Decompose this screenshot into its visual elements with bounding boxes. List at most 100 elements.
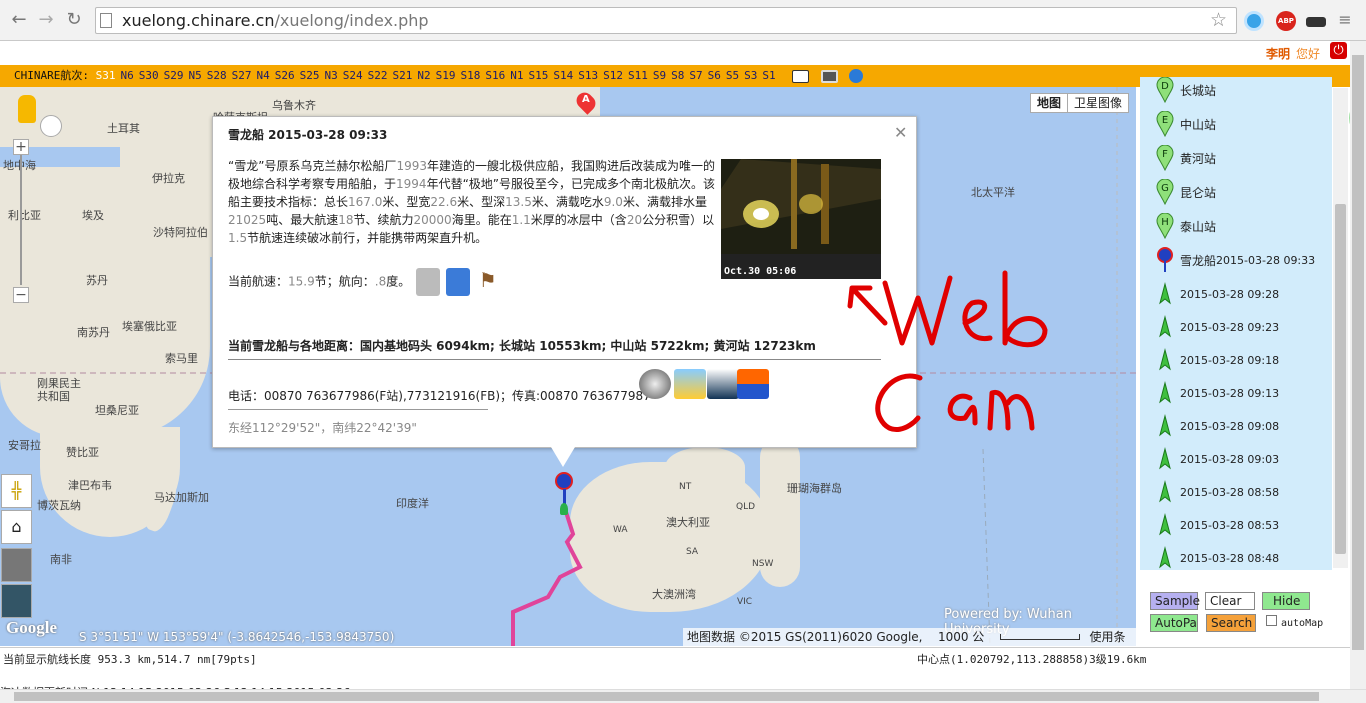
station-item[interactable]: D 长城站 [1156,77,1216,104]
ice-image-icon[interactable] [1,548,32,582]
voyage-link[interactable]: S18 [460,69,480,82]
voyage-link[interactable]: N3 [324,69,337,82]
voyage-link[interactable]: S21 [392,69,412,82]
close-icon[interactable]: ✕ [894,123,907,142]
pegman-icon[interactable] [18,95,36,123]
back-arrow-icon[interactable]: ← [8,9,30,31]
sea-temp-icon[interactable] [737,369,769,399]
map-type-map-button[interactable]: 地图 [1031,94,1069,112]
camera-icon[interactable] [820,69,838,83]
voyage-link[interactable]: S8 [671,69,684,82]
terms-link[interactable]: 使用条款 [1090,628,1133,646]
voyage-link[interactable]: N1 [510,69,523,82]
voyage-link[interactable]: S25 [300,69,320,82]
voyage-link[interactable]: S7 [689,69,702,82]
voyage-link[interactable]: S11 [628,69,648,82]
sidebar-scroll-thumb[interactable] [1335,204,1346,554]
reload-icon[interactable]: ↻ [63,9,85,31]
map-type-satellite-button[interactable]: 卫星图像 [1068,94,1128,112]
satellite-image-icon[interactable] [1,584,32,618]
voyage-link[interactable]: S3 [744,69,757,82]
station-marker-icon[interactable]: F [1156,144,1174,172]
weather-icon[interactable] [674,369,706,399]
zoom-out-button[interactable]: − [13,287,29,303]
pan-dial-icon[interactable] [40,115,62,137]
track-point-icon[interactable] [1156,347,1174,373]
webcam-image[interactable]: Oct.30 05:06 [721,159,881,279]
incognito-icon[interactable] [1306,17,1326,27]
voyage-link[interactable]: S13 [578,69,598,82]
voyage-link[interactable]: N5 [188,69,201,82]
search-button[interactable]: Search [1206,614,1256,632]
track-point-icon[interactable] [1156,281,1174,307]
cloud-image-icon[interactable] [707,369,739,399]
home-icon[interactable]: ⌂ [1,510,32,544]
voyage-link[interactable]: N6 [120,69,133,82]
pan-control[interactable] [6,87,62,137]
username[interactable]: 李明 [1266,45,1290,62]
ship-marker-icon[interactable] [555,472,573,490]
zoom-in-button[interactable]: + [13,139,29,155]
voyage-link[interactable]: S16 [485,69,505,82]
logout-power-icon[interactable]: ⏻ [1330,42,1347,59]
track-point-icon[interactable] [1156,479,1174,505]
track-item[interactable]: 2015-03-28 08:48 [1156,545,1279,570]
voyage-link[interactable]: S29 [164,69,184,82]
ruler-tool-icon[interactable]: ╬ [1,474,32,508]
track-point-icon[interactable] [1156,380,1174,406]
extension-circle-icon[interactable] [1244,11,1264,31]
map[interactable]: 乌鲁木齐 哈萨克斯坦 土耳其 伊拉克 地中海 利比亚 埃及 沙特阿拉伯 苏丹 南… [0,87,1136,646]
weather-cloud-icon[interactable] [416,268,441,296]
track-item[interactable]: 2015-03-28 08:53 [1156,512,1279,538]
voyage-link[interactable]: S12 [603,69,623,82]
forward-arrow-icon[interactable]: → [35,9,57,31]
station-marker-icon[interactable]: D [1156,77,1174,104]
track-point-icon[interactable] [1156,512,1174,538]
track-item[interactable]: 2015-03-28 08:58 [1156,479,1279,505]
voyage-link[interactable]: N4 [256,69,269,82]
page-scroll-thumb[interactable] [1352,55,1364,650]
track-item[interactable]: 2015-03-28 09:23 [1156,314,1279,340]
station-marker-icon[interactable]: H [1156,212,1174,240]
track-item[interactable]: 2015-03-28 09:13 [1156,380,1279,406]
voyage-link[interactable]: S24 [343,69,363,82]
voyage-link[interactable]: N2 [417,69,430,82]
station-item[interactable]: H 泰山站 [1156,212,1216,240]
menu-icon[interactable]: ≡ [1334,9,1356,31]
attribution-text[interactable]: 地图数据 ©2015 GS(2011)6020 Google, INEGI [687,628,928,646]
voyage-link[interactable]: S26 [275,69,295,82]
voyage-link[interactable]: S5 [726,69,739,82]
address-bar[interactable]: xuelong.chinare.cn/xuelong/index.php [95,7,1237,34]
voyage-link[interactable]: S19 [436,69,456,82]
voyage-link[interactable]: S30 [139,69,159,82]
station-item[interactable]: F 黄河站 [1156,144,1216,172]
track-point-icon[interactable] [560,503,568,515]
sample-button[interactable]: Sample [1150,592,1200,610]
track-item[interactable]: 2015-03-28 09:18 [1156,347,1279,373]
zoom-track[interactable] [20,155,22,285]
track-point-icon[interactable] [1156,314,1174,340]
station-marker-icon[interactable]: E [1156,110,1174,138]
ship-item[interactable]: 雪龙船 2015-03-28 09:33 [1156,247,1315,272]
voyage-link[interactable]: S14 [553,69,573,82]
voyage-link[interactable]: S6 [708,69,721,82]
voyage-current[interactable]: S31 [96,69,116,82]
track-point-icon[interactable] [1156,446,1174,472]
autopan-button[interactable]: AutoPa [1150,614,1198,632]
voyage-link[interactable]: S22 [368,69,388,82]
clear-button[interactable]: Clear [1205,592,1255,610]
track-item[interactable]: 2015-03-28 09:03 [1156,446,1279,472]
mail-icon[interactable] [792,69,810,83]
voyage-link[interactable]: S1 [762,69,775,82]
horizontal-scroll-thumb[interactable] [14,692,1319,701]
track-item[interactable]: 2015-03-28 09:08 [1156,414,1279,437]
voyage-link[interactable]: S9 [653,69,666,82]
globe-icon[interactable] [639,369,671,399]
track-point-icon[interactable] [1156,545,1174,570]
voyage-link[interactable]: S27 [232,69,252,82]
download-icon[interactable] [849,69,864,83]
wave-chart-icon[interactable] [445,268,470,296]
voyage-link[interactable]: S28 [207,69,227,82]
voyage-link[interactable]: S15 [528,69,548,82]
station-marker-icon[interactable]: G [1156,178,1174,206]
